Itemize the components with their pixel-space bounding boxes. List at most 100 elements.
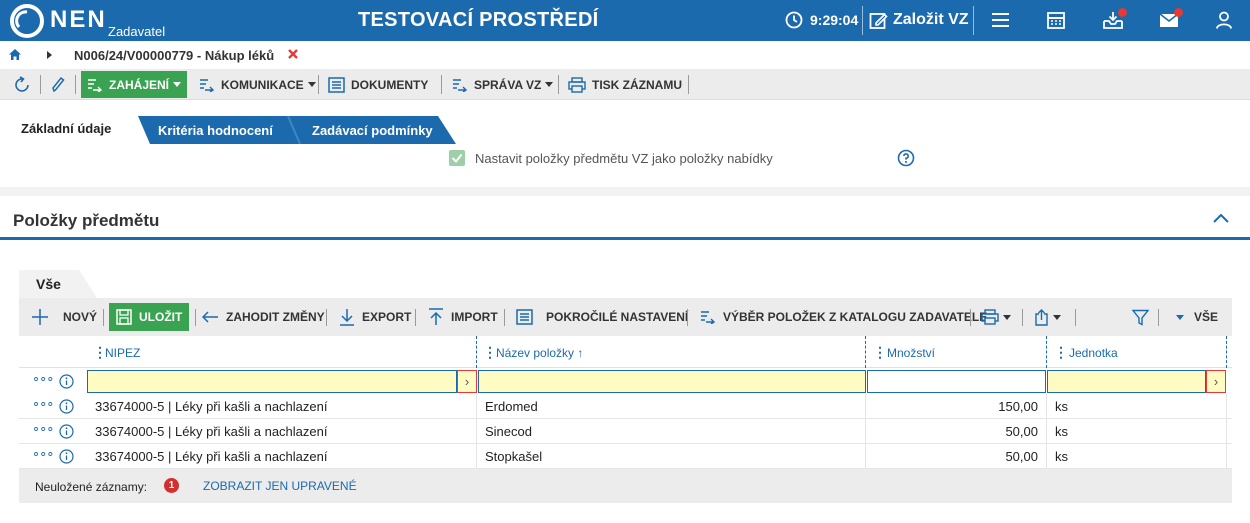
filter-button[interactable] — [1132, 298, 1149, 336]
column-divider[interactable] — [476, 336, 477, 368]
clock-icon — [785, 11, 803, 29]
advanced-settings-button[interactable]: POKROČILÉ NASTAVENÍ — [516, 298, 688, 336]
chevron-right-icon: › — [1213, 374, 1219, 389]
info-icon[interactable] — [59, 374, 74, 389]
edit-button[interactable] — [51, 69, 65, 100]
save-label: ULOŽIT — [139, 310, 183, 324]
tab-zadavaci-podminky[interactable]: Zadávací podmínky — [312, 123, 433, 151]
workflow-icon — [453, 78, 468, 92]
cell-divider — [1226, 394, 1227, 419]
calendar-icon[interactable] — [1047, 11, 1065, 29]
cell-divider — [476, 444, 477, 469]
row-actions-icon[interactable]: ∘∘∘ — [32, 396, 54, 412]
cell-divider — [476, 419, 477, 444]
column-quantity[interactable]: Množství — [887, 346, 935, 360]
user-icon[interactable] — [1216, 11, 1232, 29]
toolbar-divider — [318, 75, 319, 94]
section-header — [0, 196, 1250, 240]
column-menu-icon[interactable]: ⋮ — [1054, 344, 1068, 361]
nipez-input[interactable] — [87, 370, 457, 393]
column-menu-icon[interactable]: ⋮ — [483, 344, 497, 361]
info-icon[interactable] — [59, 424, 74, 439]
workflow-icon — [200, 78, 215, 92]
hamburger-menu-icon[interactable] — [991, 12, 1010, 28]
breadcrumb-current[interactable]: N006/24/V00000779 - Nákup léků — [74, 48, 274, 63]
toolbar-divider — [558, 75, 559, 94]
unit-picker-button[interactable]: › — [1206, 370, 1226, 393]
create-procurement-button[interactable]: Založit VZ — [893, 11, 969, 29]
import-button[interactable]: IMPORT — [428, 298, 498, 336]
cell-divider — [865, 394, 866, 419]
close-icon[interactable] — [288, 49, 298, 59]
top-bar: NEN Zadavatel TESTOVACÍ PROSTŘEDÍ 9:29:0… — [0, 0, 1250, 41]
toolbar-divider — [1158, 309, 1159, 326]
cell-divider — [1226, 419, 1227, 444]
print-menu-button[interactable] — [981, 298, 1011, 336]
unit-input[interactable] — [1047, 370, 1206, 393]
column-unit[interactable]: Jednotka — [1069, 346, 1118, 360]
zahajeni-menu-button[interactable]: ZAHÁJENÍ — [81, 71, 188, 98]
column-menu-icon[interactable]: ⋮ — [873, 344, 887, 361]
breadcrumb: N006/24/V00000779 - Nákup léků — [0, 41, 1250, 69]
save-button[interactable]: ULOŽIT — [109, 303, 190, 331]
tab-zakladni-udaje[interactable]: Základní údaje — [21, 121, 111, 149]
column-name[interactable]: Název položky ↑ — [496, 346, 583, 360]
cell-quantity: 50,00 — [1005, 449, 1038, 464]
items-as-offer-checkbox[interactable] — [449, 150, 465, 166]
discard-changes-button[interactable]: ZAHODIT ZMĚNY — [202, 298, 325, 336]
toolbar-divider — [415, 309, 416, 326]
row-actions-icon[interactable]: ∘∘∘ — [32, 446, 54, 462]
row-actions-icon[interactable]: ∘∘∘ — [32, 371, 54, 387]
toolbar-divider — [687, 309, 688, 326]
print-button[interactable]: TISK ZÁZNAMU — [568, 69, 682, 100]
nen-logo-icon[interactable] — [10, 4, 44, 38]
upload-icon — [429, 308, 443, 325]
table-row[interactable]: ∘∘∘ 33674000-5 | Léky při kašli a nachla… — [19, 444, 1232, 469]
export-button[interactable]: EXPORT — [339, 298, 411, 336]
tab-kriteria-hodnoceni[interactable]: Kritéria hodnocení — [158, 123, 273, 151]
cell-unit: ks — [1055, 424, 1068, 439]
column-divider[interactable] — [865, 336, 866, 368]
info-icon[interactable] — [59, 449, 74, 464]
workflow-icon — [88, 78, 103, 92]
pencil-icon — [52, 76, 65, 93]
cell-divider — [1046, 444, 1047, 469]
column-nipez[interactable]: NIPEZ — [105, 346, 140, 360]
refresh-button[interactable] — [14, 69, 31, 100]
komunikace-menu-button[interactable]: KOMUNIKACE — [199, 69, 316, 100]
check-icon — [451, 153, 463, 164]
session-clock: 9:29:04 — [810, 12, 859, 28]
column-divider[interactable] — [1046, 336, 1047, 368]
table-row[interactable]: ∘∘∘ 33674000-5 | Léky při kašli a nachla… — [19, 419, 1232, 444]
unsaved-records-label: Neuložené záznamy: — [35, 480, 148, 494]
column-divider[interactable] — [1226, 336, 1227, 368]
catalog-select-button[interactable]: VÝBĚR POLOŽEK Z KATALOGU ZADAVATELE — [700, 298, 987, 336]
subtab-vse[interactable]: Vše — [36, 276, 61, 292]
toolbar-divider — [40, 75, 41, 94]
new-button[interactable]: NOVÝ — [31, 298, 97, 336]
quantity-input[interactable] — [867, 370, 1046, 393]
view-select[interactable]: VŠE — [1172, 298, 1218, 336]
sprava-menu-button[interactable]: SPRÁVA VZ — [452, 69, 554, 100]
nipez-picker-button[interactable]: › — [457, 370, 477, 393]
dokumenty-button[interactable]: DOKUMENTY — [328, 69, 428, 100]
chevron-down-icon — [1003, 314, 1011, 320]
refresh-icon — [15, 76, 29, 92]
home-icon[interactable] — [8, 48, 22, 61]
share-menu-button[interactable] — [1034, 298, 1061, 336]
column-name-label: Název položky — [496, 346, 575, 360]
sort-ascending-icon: ↑ — [577, 346, 584, 360]
table-row[interactable]: ∘∘∘ 33674000-5 | Léky při kašli a nachla… — [19, 394, 1232, 419]
show-modified-only-link[interactable]: ZOBRAZIT JEN UPRAVENÉ — [203, 479, 357, 493]
name-input[interactable] — [478, 370, 866, 393]
row-actions-icon[interactable]: ∘∘∘ — [32, 421, 54, 437]
mail-notification-dot — [1174, 8, 1183, 17]
cell-unit: ks — [1055, 399, 1068, 414]
printer-icon — [568, 76, 586, 93]
info-icon[interactable] — [59, 399, 74, 414]
chevron-up-icon[interactable] — [1212, 212, 1230, 224]
help-icon[interactable] — [897, 149, 915, 167]
chevron-down-icon — [307, 82, 316, 87]
create-edit-icon[interactable] — [869, 11, 888, 30]
toolbar-divider — [504, 309, 505, 326]
